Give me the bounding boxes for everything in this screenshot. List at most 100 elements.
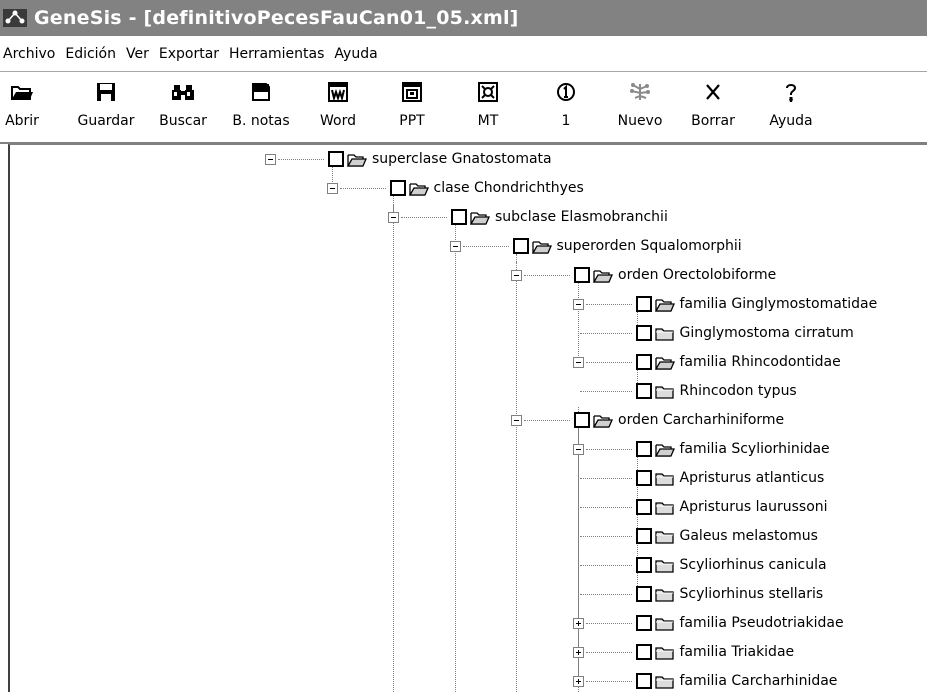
node-checkbox[interactable] bbox=[635, 325, 652, 341]
collapse-icon[interactable] bbox=[572, 298, 584, 310]
ayuda-button[interactable]: Ayuda bbox=[766, 78, 816, 134]
tree-node[interactable]: Scyliorhinus canicula bbox=[579, 553, 827, 577]
node-checkbox[interactable] bbox=[328, 151, 344, 167]
tree-node-label[interactable]: familia Pseudotriakidae bbox=[680, 615, 844, 631]
node-checkbox[interactable] bbox=[389, 180, 406, 196]
menu-archivo[interactable]: Archivo bbox=[0, 46, 60, 62]
tree-node-label[interactable]: Rhincodon typus bbox=[680, 383, 797, 399]
tree-node[interactable]: superclase Gnatostomata bbox=[265, 147, 552, 171]
genesis-app-icon[interactable] bbox=[2, 7, 28, 29]
taxonomy-tree-view[interactable]: superclase Gnatostomata clase Chondrichth… bbox=[8, 144, 927, 692]
tree-node-label[interactable]: familia Rhincodontidae bbox=[680, 354, 841, 370]
guardar-button[interactable]: Guardar bbox=[76, 78, 136, 134]
node-checkbox[interactable] bbox=[635, 499, 652, 515]
expand-icon[interactable] bbox=[572, 675, 584, 687]
tree-node[interactable]: subclase Elasmobranchii bbox=[388, 205, 668, 229]
tree-node[interactable]: Apristurus laurussoni bbox=[579, 495, 828, 519]
tree-node-label[interactable]: superorden Squalomorphii bbox=[557, 238, 742, 254]
node-checkbox[interactable] bbox=[635, 354, 652, 370]
tree-connector-line bbox=[579, 390, 632, 392]
collapse-icon[interactable] bbox=[449, 240, 461, 252]
node-checkbox[interactable] bbox=[635, 673, 652, 689]
b-notas-button[interactable]: B. notas bbox=[230, 78, 292, 134]
menu-ayuda[interactable]: Ayuda bbox=[329, 46, 382, 62]
tree-node[interactable]: Rhincodon typus bbox=[579, 379, 797, 403]
node-checkbox[interactable] bbox=[451, 209, 467, 225]
closed-folder-icon bbox=[654, 645, 675, 660]
menu-herramientas[interactable]: Herramientas bbox=[224, 46, 329, 62]
abrir-button[interactable]: Abrir bbox=[0, 78, 44, 134]
mt-button[interactable]: MT bbox=[468, 78, 508, 134]
tree-node-label[interactable]: clase Chondrichthyes bbox=[434, 180, 584, 196]
node-checkbox[interactable] bbox=[574, 412, 590, 428]
tree-node[interactable]: orden Carcharhiniforme bbox=[511, 408, 784, 432]
save-disk-icon bbox=[76, 78, 136, 106]
collapse-icon[interactable] bbox=[326, 182, 338, 194]
nuevo-button[interactable]: Nuevo bbox=[616, 78, 664, 134]
node-checkbox[interactable] bbox=[574, 267, 590, 283]
menu-exportar[interactable]: Exportar bbox=[154, 46, 224, 62]
tree-node[interactable]: Scyliorhinus stellaris bbox=[579, 582, 824, 606]
b-notas-label: B. notas bbox=[232, 113, 290, 129]
tree-node-label[interactable]: familia Carcharhinidae bbox=[680, 673, 838, 689]
menu-ver[interactable]: Ver bbox=[121, 46, 154, 62]
node-checkbox[interactable] bbox=[635, 644, 652, 660]
ppt-icon bbox=[392, 78, 432, 106]
ayuda-label: Ayuda bbox=[769, 113, 813, 129]
node-checkbox[interactable] bbox=[635, 441, 652, 457]
tree-node-label[interactable]: Apristurus laurussoni bbox=[680, 499, 828, 515]
tree-node[interactable]: clase Chondrichthyes bbox=[326, 176, 584, 200]
collapse-icon[interactable] bbox=[511, 414, 522, 426]
node-checkbox[interactable] bbox=[635, 383, 652, 399]
node-checkbox[interactable] bbox=[635, 470, 652, 486]
node-checkbox[interactable] bbox=[635, 586, 652, 602]
closed-folder-icon bbox=[654, 471, 675, 486]
tree-node-label[interactable]: Ginglymostoma cirratum bbox=[680, 325, 854, 341]
tree-node-label[interactable]: familia Ginglymostomatidae bbox=[680, 296, 878, 312]
node-checkbox[interactable] bbox=[635, 615, 652, 631]
tree-node-label[interactable]: Galeus melastomus bbox=[680, 528, 818, 544]
tree-node-label[interactable]: Scyliorhinus stellaris bbox=[680, 586, 824, 602]
tree-node-label[interactable]: subclase Elasmobranchii bbox=[495, 209, 668, 225]
menu-edicion[interactable]: Edición bbox=[60, 46, 121, 62]
tree-node-label[interactable]: orden Orectolobiforme bbox=[618, 267, 776, 283]
tree-node-label[interactable]: Scyliorhinus canicula bbox=[680, 557, 827, 573]
node-checkbox[interactable] bbox=[635, 528, 652, 544]
window-title: GeneSis - [definitivoPecesFauCan01_05.xm… bbox=[34, 7, 519, 29]
collapse-icon[interactable] bbox=[265, 153, 276, 165]
tree-node[interactable]: familia Carcharhinidae bbox=[572, 669, 838, 692]
tree-node[interactable]: Ginglymostoma cirratum bbox=[579, 321, 854, 345]
tree-node[interactable]: familia Scyliorhinidae bbox=[572, 437, 830, 461]
tree-node[interactable]: superorden Squalomorphii bbox=[449, 234, 742, 258]
tree-node[interactable]: familia Pseudotriakidae bbox=[572, 611, 844, 635]
word-icon bbox=[316, 78, 360, 106]
tree-node-label[interactable]: orden Carcharhiniforme bbox=[618, 412, 784, 428]
tree-node-label[interactable]: familia Triakidae bbox=[680, 644, 795, 660]
tree-node[interactable]: familia Ginglymostomatidae bbox=[572, 292, 878, 316]
node-checkbox[interactable] bbox=[635, 296, 652, 312]
node-checkbox[interactable] bbox=[512, 238, 529, 254]
word-button[interactable]: Word bbox=[316, 78, 360, 134]
tree-node-label[interactable]: Apristurus atlanticus bbox=[680, 470, 825, 486]
tree-node[interactable]: familia Triakidae bbox=[572, 640, 795, 664]
one-button[interactable]: 1 bbox=[546, 78, 586, 134]
expand-icon[interactable] bbox=[572, 617, 584, 629]
tree-node[interactable]: Apristurus atlanticus bbox=[579, 466, 825, 490]
notes-icon bbox=[230, 78, 292, 106]
tree-node-label[interactable]: superclase Gnatostomata bbox=[372, 151, 552, 167]
tree-node[interactable]: familia Rhincodontidae bbox=[572, 350, 841, 374]
buscar-button[interactable]: Buscar bbox=[158, 78, 208, 134]
delete-x-icon bbox=[690, 78, 736, 106]
node-checkbox[interactable] bbox=[635, 557, 652, 573]
collapse-icon[interactable] bbox=[511, 269, 522, 281]
tree-connector-line bbox=[516, 262, 517, 692]
borrar-button[interactable]: Borrar bbox=[690, 78, 736, 134]
collapse-icon[interactable] bbox=[572, 356, 584, 368]
collapse-icon[interactable] bbox=[572, 443, 584, 455]
ppt-button[interactable]: PPT bbox=[392, 78, 432, 134]
tree-node[interactable]: orden Orectolobiforme bbox=[511, 263, 776, 287]
tree-node-label[interactable]: familia Scyliorhinidae bbox=[680, 441, 830, 457]
expand-icon[interactable] bbox=[572, 646, 584, 658]
collapse-icon[interactable] bbox=[388, 211, 399, 223]
tree-node[interactable]: Galeus melastomus bbox=[579, 524, 818, 548]
